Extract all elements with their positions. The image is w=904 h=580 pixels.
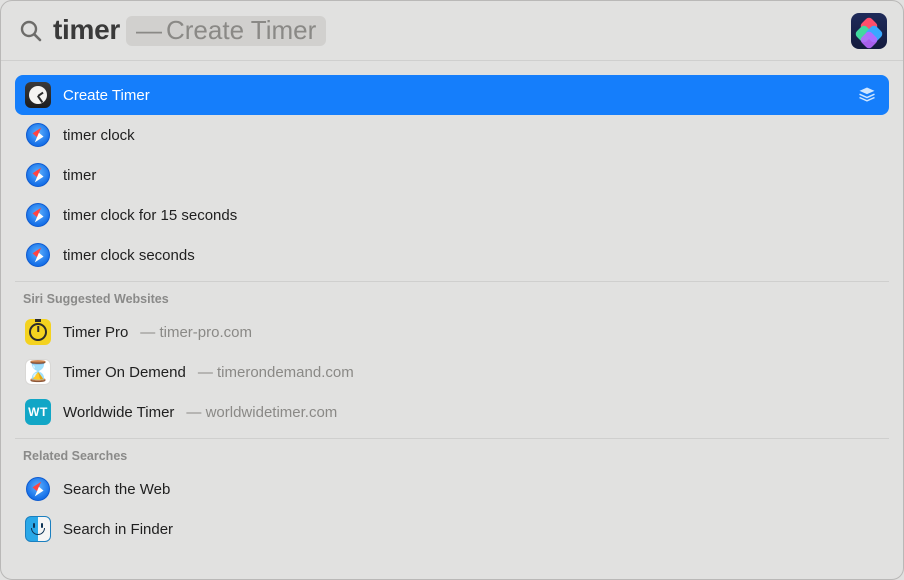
result-label: Create Timer [63, 87, 150, 104]
result-sublabel: — timerondemand.com [198, 364, 354, 381]
search-query: timer [53, 16, 120, 44]
clock-icon [25, 82, 51, 108]
result-row[interactable]: WT Worldwide Timer — worldwidetimer.com [15, 392, 889, 432]
section-header: Siri Suggested Websites [15, 281, 889, 312]
result-label: Timer On Demend [63, 364, 186, 381]
shortcuts-app-icon [851, 13, 887, 49]
results-list: Create Timer timer clock timer timer clo… [1, 61, 903, 579]
section-header: Related Searches [15, 438, 889, 469]
result-label: Timer Pro [63, 324, 128, 341]
result-row[interactable]: Create Timer [15, 75, 889, 115]
result-row[interactable]: Search in Finder [15, 509, 889, 549]
search-icon [19, 19, 43, 43]
result-label: Search the Web [63, 481, 170, 498]
result-label: timer clock for 15 seconds [63, 207, 237, 224]
search-bar[interactable]: timer — Create Timer [1, 1, 903, 61]
result-row[interactable]: Search the Web [15, 469, 889, 509]
result-row[interactable]: Timer Pro — timer-pro.com [15, 312, 889, 352]
hourglass-icon: ⌛ [25, 359, 51, 385]
stack-icon [857, 85, 877, 105]
stopwatch-icon [25, 319, 51, 345]
search-query-wrap[interactable]: timer — Create Timer [53, 16, 326, 46]
search-suggestion: Create Timer [166, 17, 316, 43]
result-row[interactable]: timer clock seconds [15, 235, 889, 275]
safari-icon [25, 202, 51, 228]
result-label: timer [63, 167, 96, 184]
safari-icon [25, 122, 51, 148]
result-row[interactable]: timer clock [15, 115, 889, 155]
safari-icon [25, 242, 51, 268]
result-label: timer clock seconds [63, 247, 195, 264]
result-label: timer clock [63, 127, 135, 144]
search-suggestion-chip[interactable]: — Create Timer [126, 16, 326, 46]
result-row[interactable]: timer clock for 15 seconds [15, 195, 889, 235]
result-label: Worldwide Timer [63, 404, 174, 421]
result-label: Search in Finder [63, 521, 173, 538]
result-row[interactable]: timer [15, 155, 889, 195]
dash: — [136, 17, 162, 43]
safari-icon [25, 162, 51, 188]
finder-icon [25, 516, 51, 542]
result-sublabel: — worldwidetimer.com [186, 404, 337, 421]
result-row[interactable]: ⌛ Timer On Demend — timerondemand.com [15, 352, 889, 392]
safari-icon [25, 476, 51, 502]
result-sublabel: — timer-pro.com [140, 324, 252, 341]
worldwide-timer-icon: WT [25, 399, 51, 425]
